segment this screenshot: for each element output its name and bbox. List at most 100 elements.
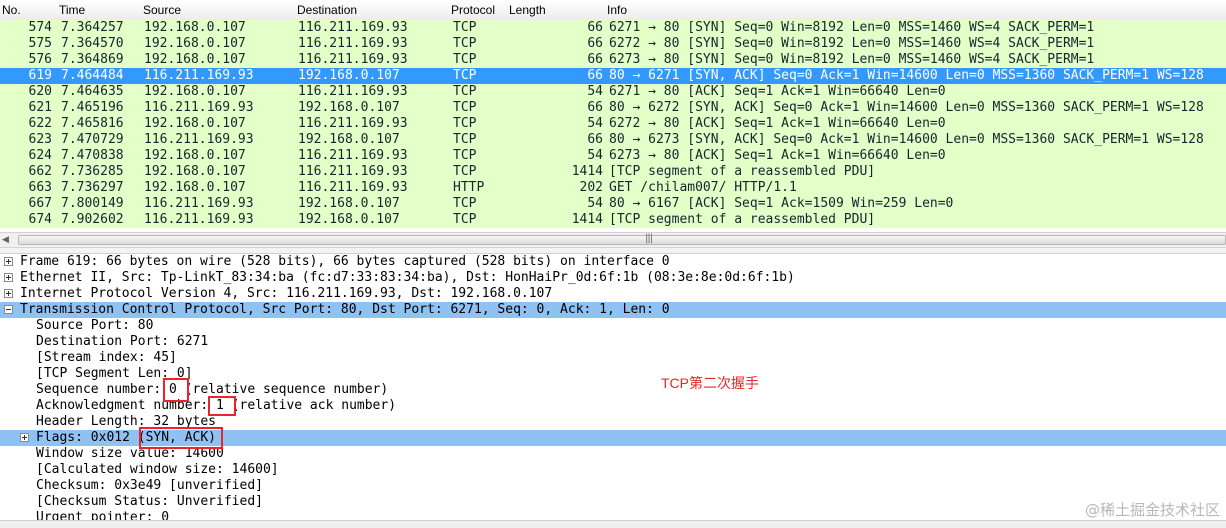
cell-info: 6272 → 80 [SYN] Seq=0 Win=8192 Len=0 MSS… [609, 36, 1095, 51]
cell-length: 66 [587, 20, 603, 35]
cell-source: 116.211.169.93 [144, 212, 254, 227]
tree-node[interactable]: [Calculated window size: 14600] [0, 462, 1226, 478]
cell-time: 7.470838 [61, 148, 124, 163]
cell-length: 66 [587, 52, 603, 67]
packet-row[interactable]: 622 7.465816 192.168.0.107 116.211.169.93 TC… [0, 116, 1226, 132]
tree-node-label: [Calculated window size: 14600] [36, 462, 279, 477]
tree-node[interactable]: Ethernet II, Src: Tp-LinkT_83:34:ba (fc:… [0, 270, 1226, 286]
tree-node[interactable]: Transmission Control Protocol, Src Port:… [0, 302, 1226, 318]
cell-info: 6273 → 80 [SYN] Seq=0 Win=8192 Len=0 MSS… [609, 52, 1095, 67]
highlight-box-ack [208, 396, 236, 416]
tree-node[interactable]: [Stream index: 45] [0, 350, 1226, 366]
cell-protocol: TCP [453, 20, 477, 35]
expand-plus-icon[interactable] [4, 273, 13, 282]
tree-node-label: Source Port: 80 [36, 318, 154, 333]
packet-row[interactable]: 621 7.465196 116.211.169.93 192.168.0.107 TC… [0, 100, 1226, 116]
cell-destination: 192.168.0.107 [298, 196, 400, 211]
packet-list-pane[interactable]: No. Time Source Destination Protocol Len… [0, 0, 1226, 232]
cell-info: 6271 → 80 [ACK] Seq=1 Ack=1 Win=66640 Le… [609, 84, 946, 99]
packet-row[interactable]: 619 7.464484 116.211.169.93 192.168.0.107 TC… [0, 68, 1226, 84]
cell-protocol: TCP [453, 116, 477, 131]
grip-icon: ||| [645, 233, 653, 244]
cell-no: 663 [28, 180, 52, 195]
column-header-protocol[interactable]: Protocol [451, 3, 495, 17]
cell-destination: 116.211.169.93 [298, 116, 408, 131]
cell-length: 66 [587, 132, 603, 147]
cell-source: 192.168.0.107 [144, 148, 246, 163]
expand-plus-icon[interactable] [4, 257, 13, 266]
collapse-minus-icon[interactable] [4, 305, 13, 314]
packet-details-pane[interactable]: Frame 619: 66 bytes on wire (528 bits), … [0, 254, 1226, 520]
packet-row[interactable]: 575 7.364570 192.168.0.107 116.211.169.93 TC… [0, 36, 1226, 52]
cell-protocol: TCP [453, 164, 477, 179]
cell-no: 623 [28, 132, 52, 147]
column-header-destination[interactable]: Destination [297, 3, 357, 17]
tree-node-label: Ethernet II, Src: Tp-LinkT_83:34:ba (fc:… [20, 270, 795, 285]
cell-protocol: TCP [453, 68, 477, 83]
cell-info: 6272 → 80 [ACK] Seq=1 Ack=1 Win=66640 Le… [609, 116, 946, 131]
cell-protocol: TCP [453, 36, 477, 51]
cell-protocol: TCP [453, 212, 477, 227]
column-header-source[interactable]: Source [143, 3, 181, 17]
cell-destination: 192.168.0.107 [298, 212, 400, 227]
expand-plus-icon[interactable] [4, 289, 13, 298]
packet-row[interactable]: 662 7.736285 192.168.0.107 116.211.169.93 TC… [0, 164, 1226, 180]
packet-row[interactable]: 623 7.470729 116.211.169.93 192.168.0.107 TC… [0, 132, 1226, 148]
cell-info: 6273 → 80 [ACK] Seq=1 Ack=1 Win=66640 Le… [609, 148, 946, 163]
cell-source: 192.168.0.107 [144, 36, 246, 51]
tree-node[interactable]: Urgent pointer: 0 [0, 510, 1226, 520]
cell-length: 66 [587, 36, 603, 51]
cell-no: 624 [28, 148, 52, 163]
cell-destination: 116.211.169.93 [298, 84, 408, 99]
cell-length: 66 [587, 68, 603, 83]
cell-time: 7.464635 [61, 84, 124, 99]
packet-row[interactable]: 576 7.364869 192.168.0.107 116.211.169.93 TC… [0, 52, 1226, 68]
column-header-info[interactable]: Info [607, 3, 627, 17]
cell-no: 667 [28, 196, 52, 211]
packet-row[interactable]: 663 7.736297 192.168.0.107 116.211.169.93 HT… [0, 180, 1226, 196]
cell-no: 674 [28, 212, 52, 227]
highlight-box-seq [163, 378, 189, 402]
cell-time: 7.364257 [61, 20, 124, 35]
packet-row[interactable]: 667 7.800149 116.211.169.93 192.168.0.107 TC… [0, 196, 1226, 212]
cell-destination: 116.211.169.93 [298, 180, 408, 195]
tree-node[interactable]: Source Port: 80 [0, 318, 1226, 334]
cell-protocol: TCP [453, 84, 477, 99]
packet-row[interactable]: 620 7.464635 192.168.0.107 116.211.169.93 TC… [0, 84, 1226, 100]
cell-source: 116.211.169.93 [144, 196, 254, 211]
cell-time: 7.902602 [61, 212, 124, 227]
tree-node-label: Destination Port: 6271 [36, 334, 209, 349]
column-header-no[interactable]: No. [2, 3, 21, 17]
cell-no: 574 [28, 20, 52, 35]
cell-length: 54 [587, 116, 603, 131]
packet-row[interactable]: 674 7.902602 116.211.169.93 192.168.0.107 TC… [0, 212, 1226, 228]
tree-node-label: Urgent pointer: 0 [36, 510, 170, 520]
cell-length: 1414 [571, 164, 603, 179]
cell-time: 7.465816 [61, 116, 124, 131]
expand-plus-icon[interactable] [20, 433, 29, 442]
hscroll-thumb[interactable]: ||| [18, 233, 1226, 245]
cell-no: 621 [28, 100, 52, 115]
cell-time: 7.364869 [61, 52, 124, 67]
cell-time: 7.800149 [61, 196, 124, 211]
tree-node[interactable]: Destination Port: 6271 [0, 334, 1226, 350]
cell-destination: 116.211.169.93 [298, 20, 408, 35]
tree-node[interactable]: [Checksum Status: Unverified] [0, 494, 1226, 510]
scroll-left-arrow-icon[interactable]: ◀ [2, 235, 9, 245]
tree-node[interactable]: Internet Protocol Version 4, Src: 116.21… [0, 286, 1226, 302]
packet-list-hscrollbar[interactable]: ◀ ||| [0, 232, 1226, 248]
cell-length: 54 [587, 84, 603, 99]
cell-no: 619 [28, 68, 52, 83]
cell-no: 622 [28, 116, 52, 131]
column-header-length[interactable]: Length [509, 3, 546, 17]
tree-node[interactable]: Frame 619: 66 bytes on wire (528 bits), … [0, 254, 1226, 270]
cell-info: 80 → 6271 [SYN, ACK] Seq=0 Ack=1 Win=146… [609, 68, 1204, 83]
cell-source: 116.211.169.93 [144, 68, 254, 83]
tree-node-label: Internet Protocol Version 4, Src: 116.21… [20, 286, 553, 301]
packet-row[interactable]: 574 7.364257 192.168.0.107 116.211.169.93 TC… [0, 20, 1226, 36]
cell-time: 7.464484 [61, 68, 124, 83]
packet-row[interactable]: 624 7.470838 192.168.0.107 116.211.169.93 TC… [0, 148, 1226, 164]
tree-node[interactable]: Checksum: 0x3e49 [unverified] [0, 478, 1226, 494]
cell-source: 192.168.0.107 [144, 20, 246, 35]
column-header-time[interactable]: Time [59, 3, 85, 17]
